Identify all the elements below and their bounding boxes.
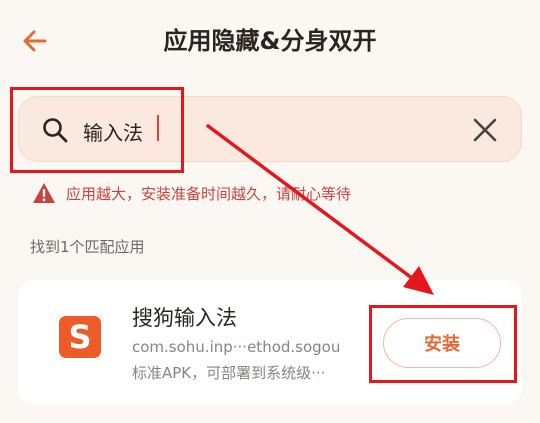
header: 应用隐藏&分身双开: [0, 0, 540, 84]
app-description: 标准APK，可部署到系统级···: [132, 364, 326, 382]
app-name: 搜狗输入法: [132, 306, 237, 330]
search-icon: [43, 118, 68, 143]
app-package: com.sohu.inp···ethod.sogou: [132, 338, 341, 356]
sogou-app-icon: S: [56, 313, 104, 361]
text-caret: [157, 115, 159, 141]
close-icon[interactable]: [471, 116, 499, 144]
warning-text: 应用越大，安装准备时间越久，请耐心等待: [66, 184, 352, 203]
app-icon-letter: S: [68, 318, 92, 356]
search-bar[interactable]: [18, 96, 522, 162]
install-button[interactable]: 安装: [383, 318, 501, 368]
page-title: 应用隐藏&分身双开: [163, 27, 377, 55]
warning-message: 应用越大，安装准备时间越久，请耐心等待: [32, 180, 351, 206]
app-result-card[interactable]: S 搜狗输入法 com.sohu.inp···ethod.sogou 标准APK…: [18, 280, 522, 404]
warning-icon: [33, 183, 55, 203]
result-count: 找到1个匹配应用: [30, 238, 145, 256]
search-input[interactable]: [81, 111, 465, 151]
